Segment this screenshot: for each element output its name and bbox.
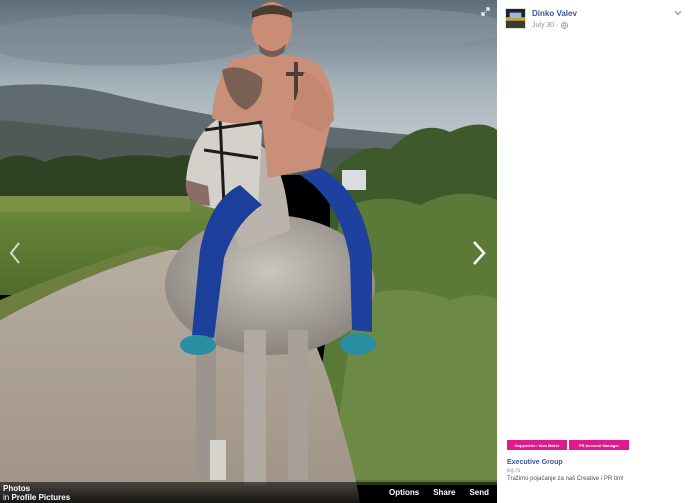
meta-separator: · — [556, 22, 559, 29]
chevron-right-icon — [473, 241, 486, 265]
post-date[interactable]: July 30 — [532, 22, 554, 29]
next-photo-button[interactable] — [466, 236, 492, 270]
post-options-button[interactable] — [673, 8, 682, 17]
send-button[interactable]: Send — [469, 488, 489, 497]
photo-actions: Options Share Send — [375, 488, 497, 497]
avatar[interactable] — [505, 8, 526, 29]
ad-url: eg.rs — [507, 468, 521, 474]
ad-image-copywriter[interactable]: Copywriter / Idea Maker — [507, 440, 567, 450]
photo-sidebar: Dinko Valev July 30 · Copywriter / Idea … — [497, 0, 688, 503]
photo-stage: Photos in Profile Pictures Options Share… — [0, 0, 497, 503]
options-button[interactable]: Options — [389, 488, 419, 497]
post-author: Dinko Valev July 30 · — [505, 8, 577, 29]
ad-image-pr-manager[interactable]: PR Account Manager — [569, 440, 629, 450]
fullscreen-button[interactable] — [478, 4, 492, 18]
expand-icon — [480, 6, 490, 16]
album-in-label: in — [3, 492, 10, 502]
main-photo[interactable] — [0, 0, 497, 503]
ad-images: Copywriter / Idea Maker PR Account Manag… — [507, 440, 683, 450]
album-title: Photos — [3, 483, 31, 493]
chevron-down-icon — [674, 10, 681, 15]
previous-photo-button[interactable] — [2, 236, 28, 270]
sponsored-ad[interactable]: Copywriter / Idea Maker PR Account Manag… — [507, 440, 683, 482]
globe-icon[interactable] — [560, 22, 568, 29]
photo-footer-bar: Photos in Profile Pictures Options Share… — [0, 482, 497, 503]
author-name[interactable]: Dinko Valev — [532, 9, 577, 18]
chevron-left-icon — [9, 242, 20, 264]
album-link[interactable]: Profile Pictures — [11, 493, 70, 502]
ad-description: Tražimo pojačanje za naš Creative i PR t… — [507, 476, 624, 482]
ad-title[interactable]: Executive Group — [507, 459, 683, 466]
album-info: Photos in Profile Pictures — [0, 484, 70, 502]
share-button[interactable]: Share — [433, 488, 455, 497]
post-meta: July 30 · — [532, 22, 577, 29]
author-meta: Dinko Valev July 30 · — [532, 8, 577, 29]
